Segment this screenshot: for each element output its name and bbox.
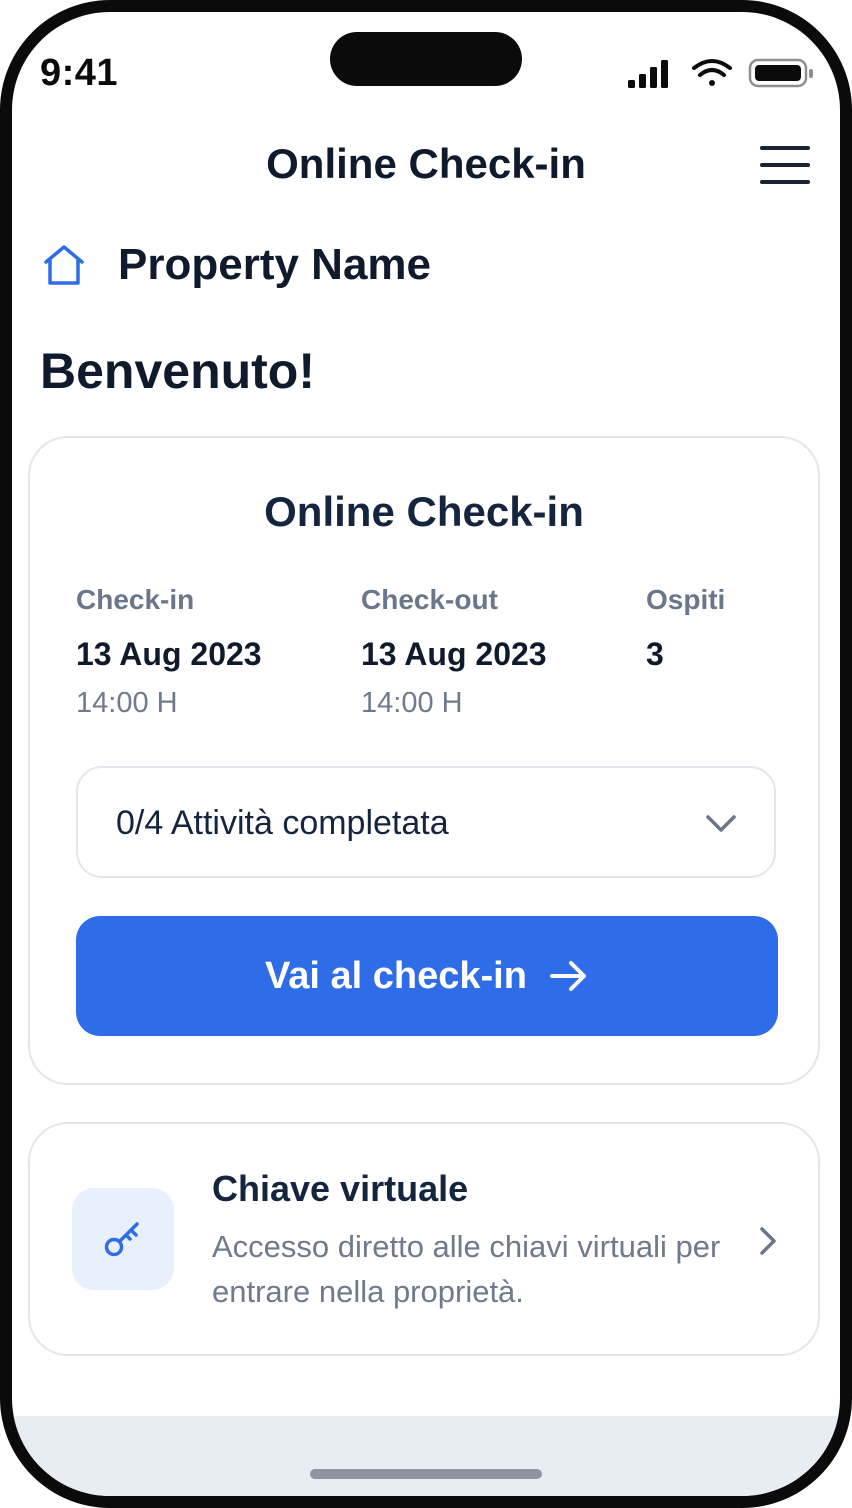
checkin-column: Check-in 13 Aug 2023 14:00 H (76, 584, 262, 720)
key-icon-tile (72, 1188, 174, 1290)
guests-label: Ospiti (646, 584, 726, 615)
checkin-card: Online Check-in Check-in 13 Aug 2023 14:… (28, 436, 820, 1085)
screen: 9:41 Online Check-in Property Name Benve… (12, 12, 840, 1496)
signal-icon (628, 60, 668, 88)
property-header: Property Name (40, 240, 431, 290)
checkin-label: Check-in (76, 584, 195, 615)
arrow-right-icon (549, 961, 586, 991)
battery-icon (748, 58, 813, 88)
checkin-card-title: Online Check-in (264, 488, 584, 535)
home-icon (44, 245, 84, 285)
guests-count: 3 (646, 636, 664, 672)
checkout-column: Check-out 13 Aug 2023 14:00 H (361, 584, 547, 720)
go-to-checkin-label: Vai al check-in (265, 954, 527, 997)
virtual-key-title: Chiave virtuale (212, 1168, 469, 1209)
wifi-icon (692, 59, 732, 86)
chevron-right-icon (760, 1227, 776, 1255)
bottom-area (12, 1416, 840, 1496)
checkout-time: 14:00 H (361, 687, 463, 719)
phone-frame: 9:41 Online Check-in Property Name Benve… (0, 0, 852, 1508)
dynamic-island (330, 32, 522, 86)
go-to-checkin-button[interactable]: Vai al check-in (76, 916, 778, 1036)
tasks-dropdown[interactable]: 0/4 Attività completata (76, 766, 776, 878)
guests-column: Ospiti 3 (646, 584, 725, 673)
checkout-date: 13 Aug 2023 (361, 636, 547, 672)
virtual-key-description: Accesso diretto alle chiavi virtuali per… (212, 1229, 721, 1309)
property-name: Property Name (118, 240, 432, 289)
home-indicator[interactable] (310, 1469, 542, 1479)
menu-icon[interactable] (760, 144, 812, 186)
key-icon (104, 1222, 139, 1257)
virtual-key-card[interactable]: Chiave virtuale Accesso diretto alle chi… (28, 1122, 820, 1356)
checkin-time: 14:00 H (76, 687, 178, 719)
checkout-label: Check-out (361, 584, 498, 615)
checkin-date: 13 Aug 2023 (76, 636, 262, 672)
tasks-dropdown-label: 0/4 Attività completata (116, 804, 449, 842)
welcome-heading: Benvenuto! (40, 343, 315, 399)
status-time: 9:41 (40, 52, 119, 94)
chevron-down-icon (706, 815, 736, 832)
nav-title: Online Check-in (266, 140, 586, 187)
status-icons (628, 58, 813, 88)
